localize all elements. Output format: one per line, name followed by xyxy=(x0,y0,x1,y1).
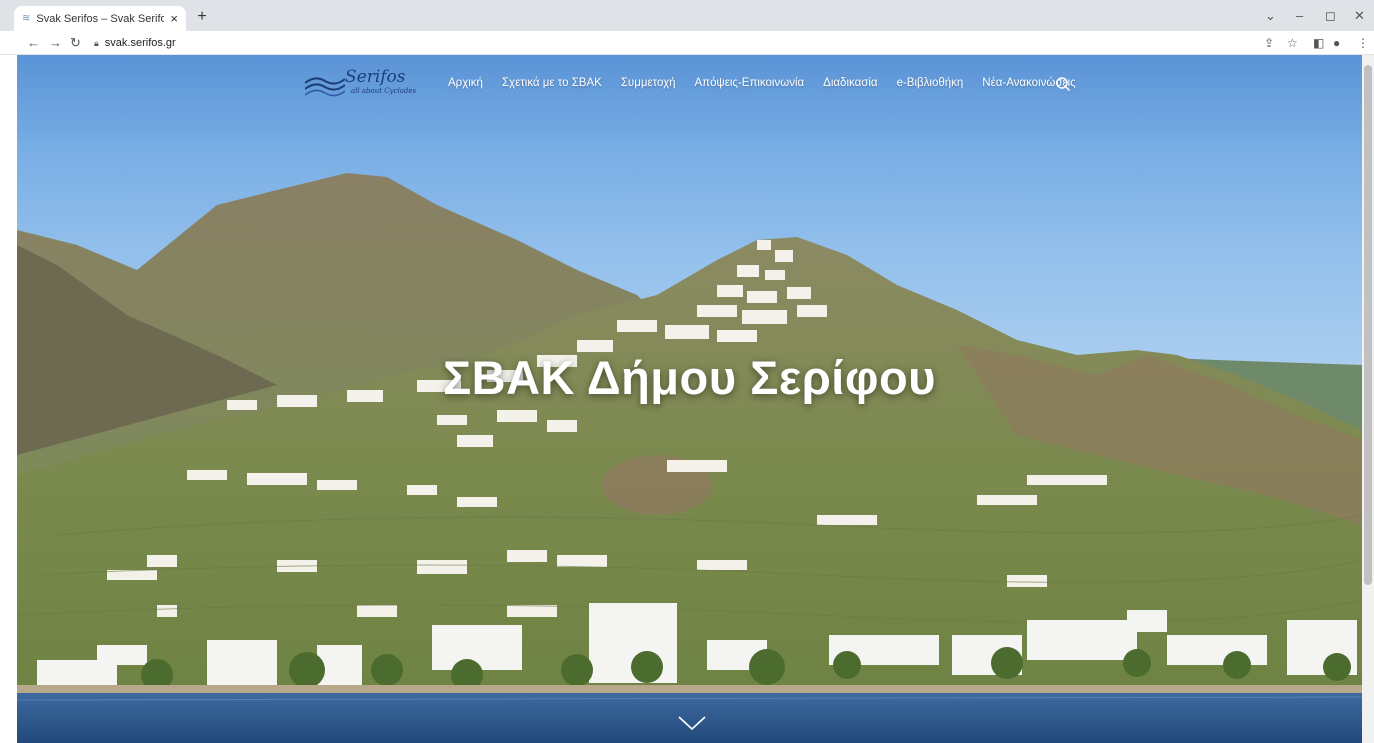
close-window-icon[interactable]: ✕ xyxy=(1354,8,1365,24)
site-header: Serifos all about Cyclades Αρχική Σχετικ… xyxy=(17,55,1362,117)
page-viewport: Serifos all about Cyclades Αρχική Σχετικ… xyxy=(17,55,1362,743)
nav-item-process[interactable]: Διαδικασία xyxy=(823,77,877,89)
nav-item-library[interactable]: e-Βιβλιοθήκη xyxy=(897,77,964,89)
nav-item-participation[interactable]: Συμμετοχή xyxy=(621,77,676,89)
logo-text: Serifos xyxy=(345,67,406,87)
hero-title: ΣΒΑΚ Δήμου Σερίφου xyxy=(442,351,937,404)
tab-title: Svak Serifos – Svak Serifou xyxy=(36,12,165,25)
site-logo[interactable]: Serifos all about Cyclades xyxy=(305,67,429,101)
address-bar[interactable]: 🔒︎ svak.serifos.gr xyxy=(88,34,1258,52)
side-panel-icon[interactable]: ◧ xyxy=(1313,36,1324,50)
maximize-icon[interactable]: ◻ xyxy=(1325,8,1336,24)
browser-toolbar: ← → ↻ 🔒︎ svak.serifos.gr ⇪ ☆ ◧ ● ⋮ xyxy=(0,31,1374,55)
new-tab-button[interactable]: + xyxy=(192,7,212,27)
hero-banner: Serifos all about Cyclades Αρχική Σχετικ… xyxy=(17,55,1362,743)
minimize-icon[interactable]: – xyxy=(1296,8,1303,23)
nav-item-home[interactable]: Αρχική xyxy=(448,77,483,89)
main-nav: Αρχική Σχετικά με το ΣΒΑΚ Συμμετοχή Απόψ… xyxy=(448,77,1076,89)
tab-search-chevron-icon[interactable]: ⌄ xyxy=(1265,8,1276,24)
site-favicon-icon: ≋ xyxy=(22,13,31,24)
lock-icon: 🔒︎ xyxy=(94,37,99,48)
scroll-down-chevron-icon[interactable] xyxy=(677,715,707,731)
forward-icon[interactable]: → xyxy=(49,35,62,50)
logo-subtitle: all about Cyclades xyxy=(351,87,417,95)
bookmark-star-icon[interactable]: ☆ xyxy=(1287,36,1298,50)
browser-tab[interactable]: ≋ Svak Serifos – Svak Serifou × xyxy=(14,6,186,31)
waves-logo-icon xyxy=(305,77,345,97)
url-text: svak.serifos.gr xyxy=(104,37,176,49)
search-icon[interactable] xyxy=(1055,76,1071,92)
share-icon[interactable]: ⇪ xyxy=(1264,36,1274,50)
browser-tab-bar: ≋ Svak Serifos – Svak Serifou × + ⌄ – ◻ … xyxy=(0,0,1374,31)
menu-kebab-icon[interactable]: ⋮ xyxy=(1357,36,1369,50)
back-icon[interactable]: ← xyxy=(27,35,40,50)
nav-item-contact[interactable]: Απόψεις-Επικοινωνία xyxy=(695,77,805,89)
reload-icon[interactable]: ↻ xyxy=(70,35,81,51)
close-tab-icon[interactable]: × xyxy=(170,11,178,26)
nav-item-about[interactable]: Σχετικά με το ΣΒΑΚ xyxy=(502,77,602,89)
scrollbar-thumb[interactable] xyxy=(1364,65,1372,585)
page-scrollbar[interactable] xyxy=(1362,55,1374,743)
profile-icon[interactable]: ● xyxy=(1333,36,1340,50)
